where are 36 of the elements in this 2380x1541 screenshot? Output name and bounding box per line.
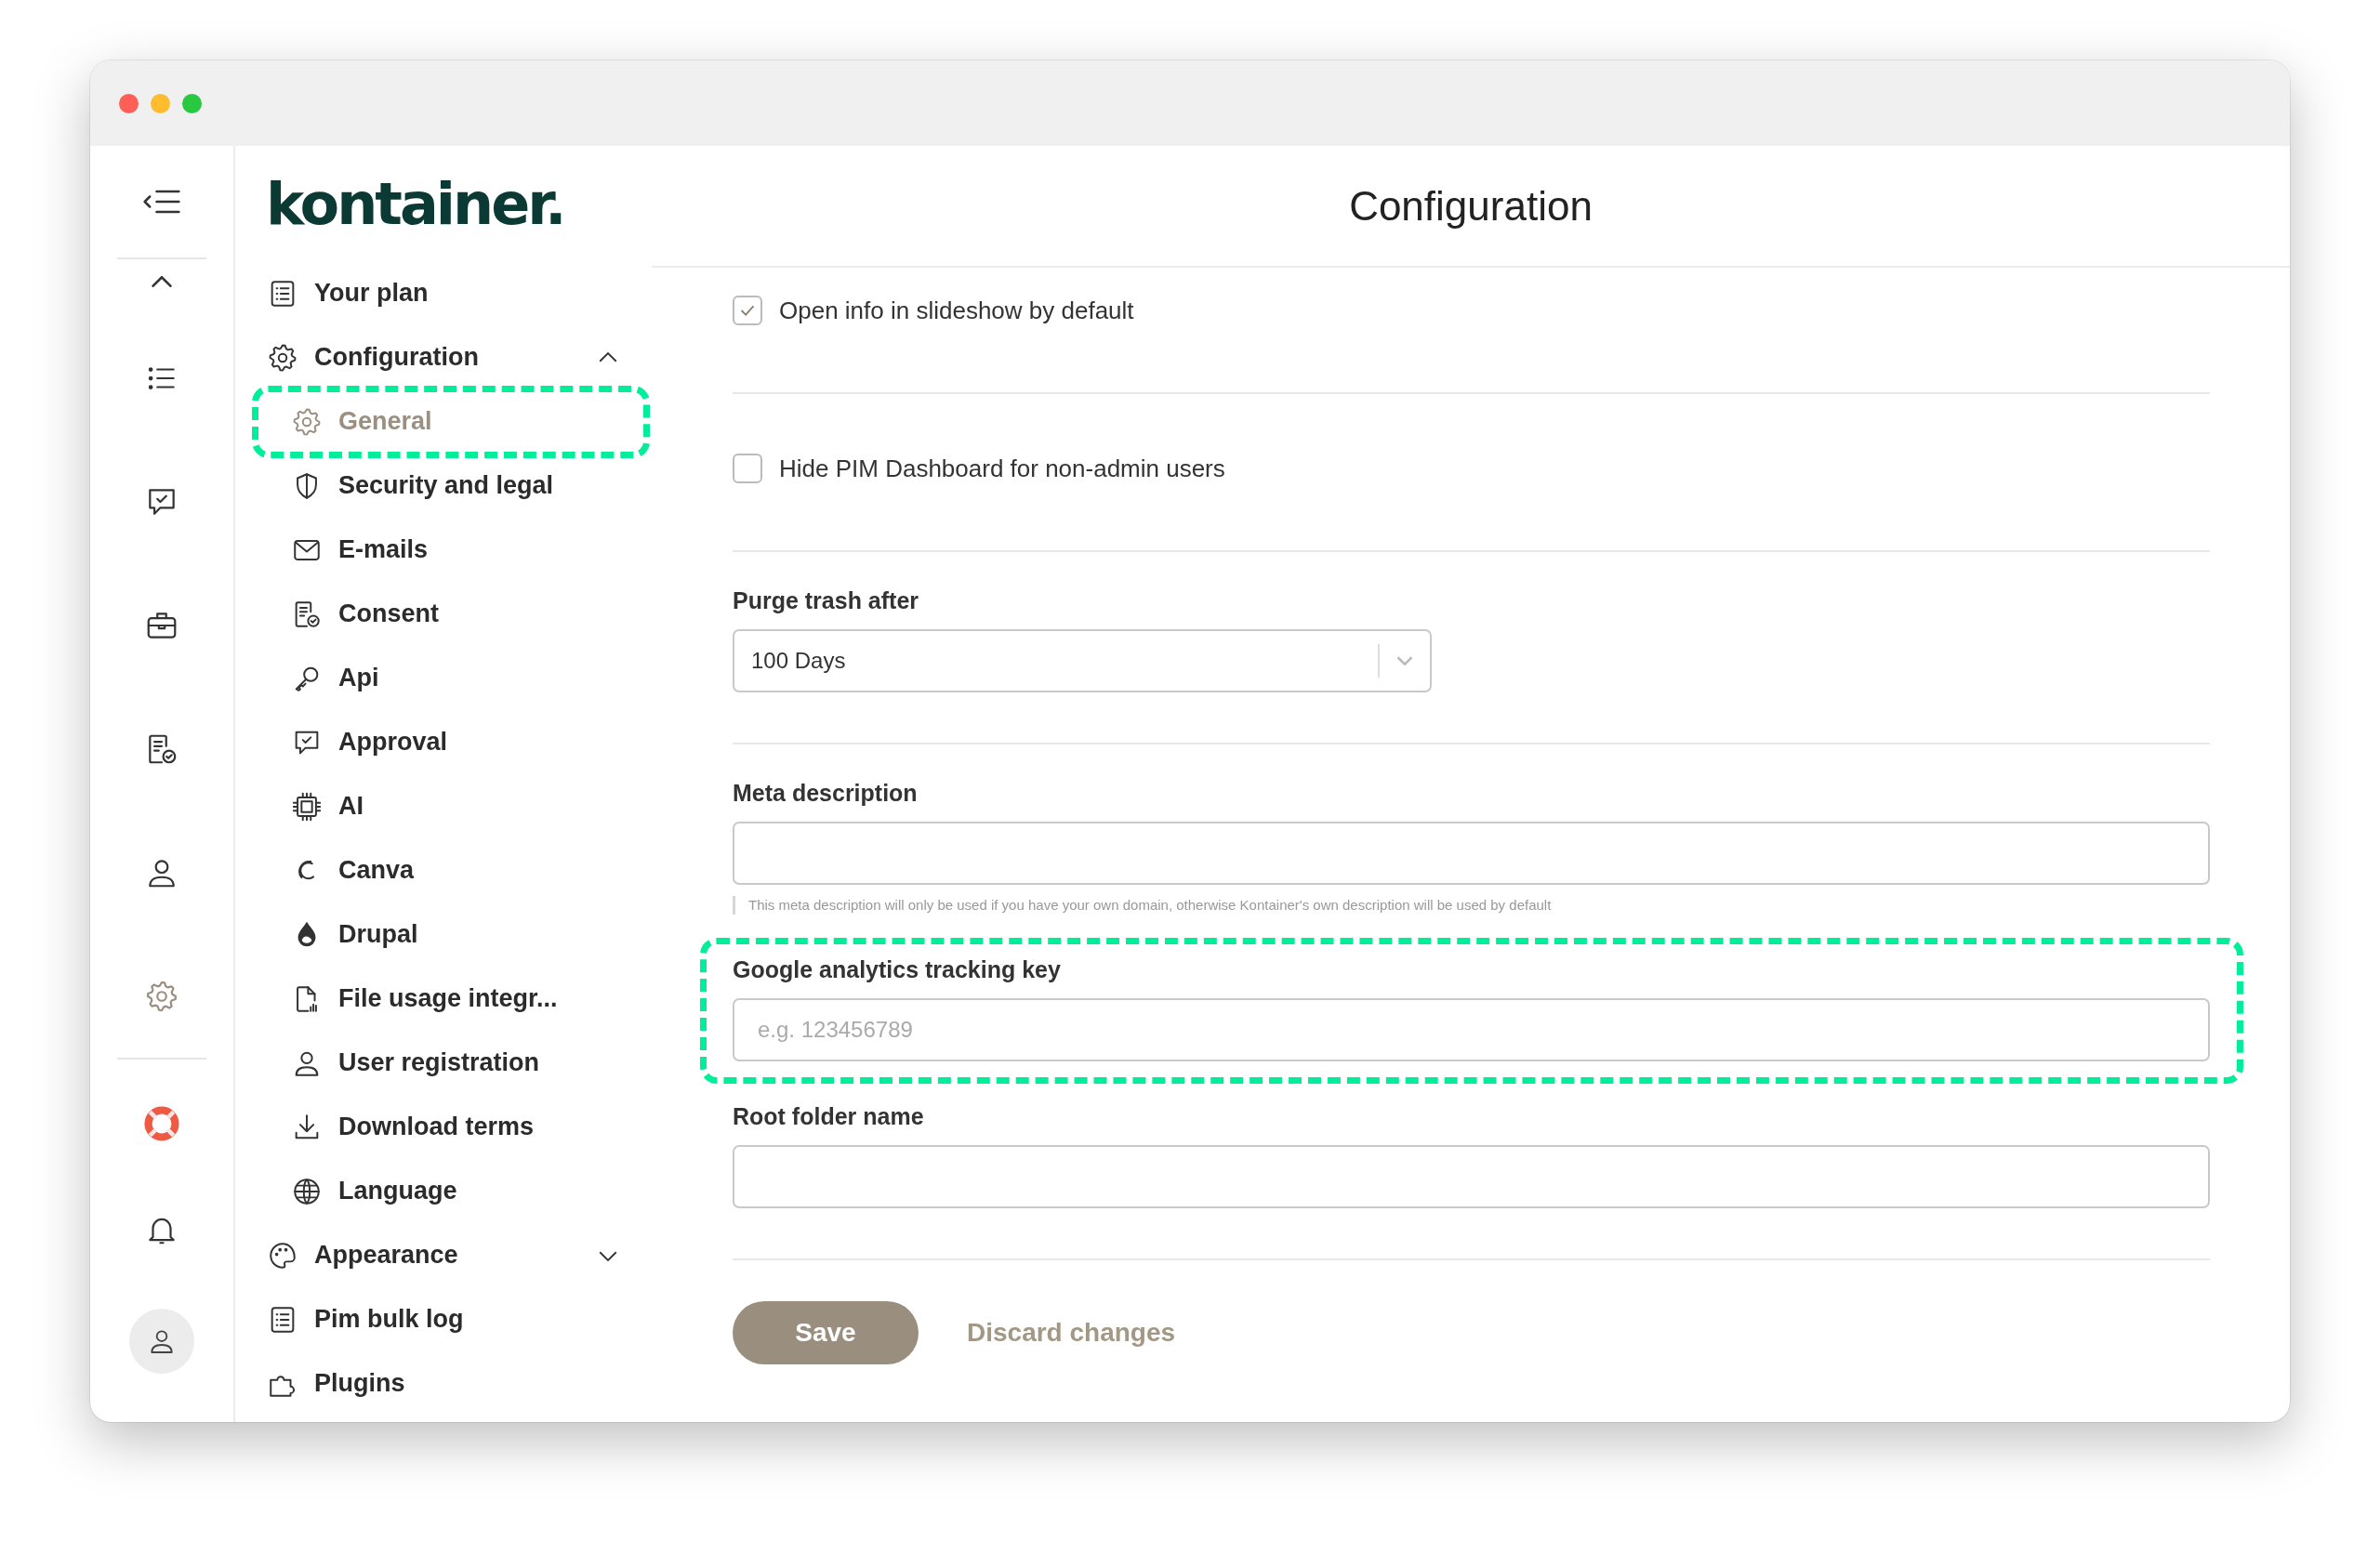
nav-item[interactable]: Download terms	[263, 1095, 641, 1159]
logo: kontainer.	[266, 169, 564, 238]
field-label: Root folder name	[733, 1102, 925, 1131]
nav-item[interactable]: Configuration	[263, 325, 641, 389]
hint-text: This meta description will only be used if you have your own domain, otherwise Kontainer's own description will be used by default	[733, 896, 2210, 915]
checkbox[interactable]	[733, 454, 762, 483]
nav-item[interactable]: Consent	[263, 582, 641, 646]
nav-item[interactable]: Plugins	[263, 1351, 641, 1416]
nav-item[interactable]: AI	[263, 774, 641, 838]
nav-item[interactable]: E-mails	[263, 518, 641, 582]
nav-item[interactable]: Your plan	[263, 261, 641, 325]
nav-item[interactable]: Pim bulk log	[263, 1287, 641, 1351]
dropdown[interactable]: 100 Days	[733, 629, 1432, 692]
checkbox-label: Open info in slideshow by default	[779, 296, 1134, 325]
nav-item[interactable]: Security and legal	[263, 454, 641, 518]
chevron-down-icon	[1396, 656, 1413, 665]
checkbox[interactable]	[733, 296, 762, 325]
nav-item[interactable]: Language	[263, 1159, 641, 1223]
window-control[interactable]	[119, 93, 139, 113]
nav-item[interactable]: User registration	[263, 1031, 641, 1095]
input-field[interactable]: e.g. 123456789	[733, 998, 2210, 1061]
field-label: Meta description	[733, 779, 919, 808]
input-field[interactable]	[733, 1145, 2210, 1208]
field-label: Purge trash after	[733, 586, 920, 615]
field-label: Google analytics tracking key	[733, 955, 1062, 984]
chip-icon	[291, 790, 323, 823]
chevron-up-icon[interactable]	[152, 276, 172, 287]
nav-item[interactable]: Drupal	[263, 902, 641, 967]
input-field[interactable]	[733, 822, 2210, 885]
nav-item[interactable]: Canva	[263, 838, 641, 902]
nav-item[interactable]: Api	[263, 646, 641, 710]
nav-item[interactable]: File usage integr...	[263, 967, 641, 1031]
checkbox-label: Hide PIM Dashboard for non-admin users	[779, 454, 1225, 483]
nav-item[interactable]: Appearance	[263, 1223, 641, 1287]
page-title: Configuration	[1349, 182, 1593, 230]
nav-item[interactable]: Approval	[263, 710, 641, 774]
